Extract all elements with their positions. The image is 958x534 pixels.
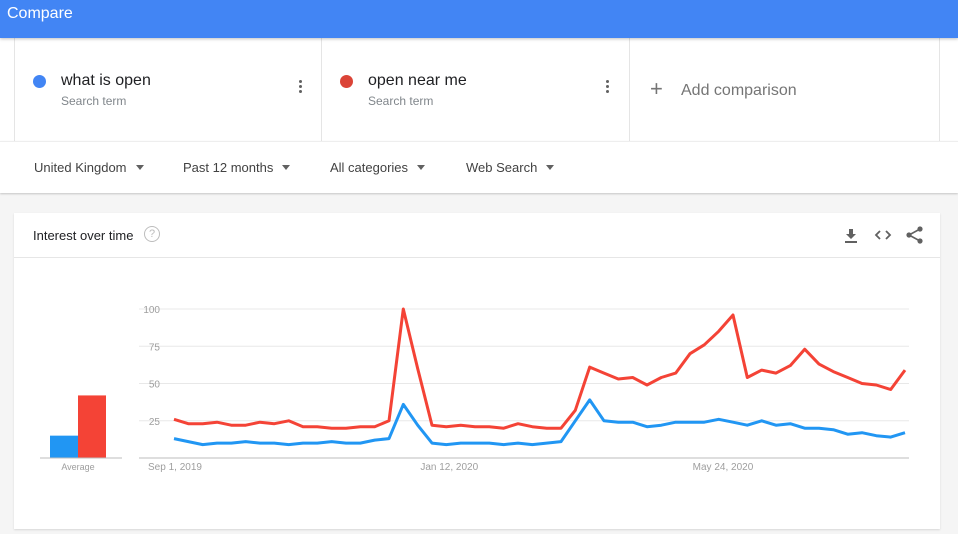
- interest-over-time-card: Interest over time ? Average 25 50 75 100 S…: [14, 213, 940, 529]
- term-subtitle: Search term: [61, 94, 127, 108]
- add-comparison-button[interactable]: + Add comparison: [630, 38, 940, 141]
- y-tick-label: 100: [143, 305, 160, 316]
- search-type-dropdown[interactable]: Web Search: [466, 160, 555, 175]
- x-tick-labels: Sep 1, 2019 Jan 12, 2020 May 24, 2020: [148, 462, 754, 473]
- caret-down-icon: [135, 165, 144, 170]
- x-tick-label: Sep 1, 2019: [148, 462, 202, 473]
- chart-lines: [173, 307, 907, 447]
- share-icon[interactable]: [905, 225, 925, 245]
- y-tick-labels: 25 50 75 100: [143, 305, 160, 428]
- chart-gridlines: [139, 308, 909, 459]
- y-tick-label: 25: [149, 417, 161, 428]
- category-dropdown[interactable]: All categories: [330, 160, 426, 175]
- add-comparison-label: Add comparison: [681, 82, 797, 99]
- card-title: Interest over time: [33, 228, 134, 243]
- average-bar: [50, 435, 78, 458]
- filter-bar: United Kingdom Past 12 months All catego…: [0, 141, 958, 193]
- term-name[interactable]: open near me: [368, 72, 467, 90]
- download-icon[interactable]: [841, 225, 861, 245]
- term-color-dot-icon: [33, 75, 46, 88]
- search-term-card-1[interactable]: what is open Search term: [14, 38, 322, 141]
- plus-icon: +: [650, 76, 663, 101]
- x-tick-label: Jan 12, 2020: [420, 462, 478, 473]
- y-tick-label: 50: [149, 380, 161, 391]
- y-tick-label: 75: [149, 342, 161, 353]
- time-range-label: Past 12 months: [183, 160, 274, 175]
- more-options-icon[interactable]: [604, 80, 610, 96]
- search-term-card-2[interactable]: open near me Search term: [322, 38, 630, 141]
- page-title: Compare: [7, 5, 73, 22]
- caret-down-icon: [282, 165, 291, 170]
- card-header: Interest over time ?: [14, 213, 940, 258]
- search-type-label: Web Search: [466, 160, 538, 175]
- caret-down-icon: [546, 165, 555, 170]
- embed-code-icon[interactable]: [873, 225, 893, 245]
- interest-chart: Average 25 50 75 100 Sep 1, 2019 Jan 12, 202…: [40, 305, 909, 473]
- average-bar-chart: Average: [40, 395, 122, 472]
- category-label: All categories: [330, 160, 409, 175]
- region-dropdown[interactable]: United Kingdom: [34, 160, 144, 175]
- search-terms-bar: what is open Search term open near me Se…: [0, 38, 958, 141]
- caret-down-icon: [417, 165, 426, 170]
- more-options-icon[interactable]: [297, 80, 303, 96]
- time-range-dropdown[interactable]: Past 12 months: [183, 160, 291, 175]
- x-tick-label: May 24, 2020: [693, 462, 754, 473]
- term-color-dot-icon: [340, 75, 353, 88]
- series-line-2: [173, 307, 907, 430]
- term-name[interactable]: what is open: [61, 72, 151, 90]
- average-label: Average: [61, 462, 94, 472]
- term-subtitle: Search term: [368, 94, 434, 108]
- help-icon[interactable]: ?: [144, 226, 160, 242]
- top-bar: Compare: [0, 0, 958, 38]
- average-bar: [78, 395, 106, 458]
- region-label: United Kingdom: [34, 160, 127, 175]
